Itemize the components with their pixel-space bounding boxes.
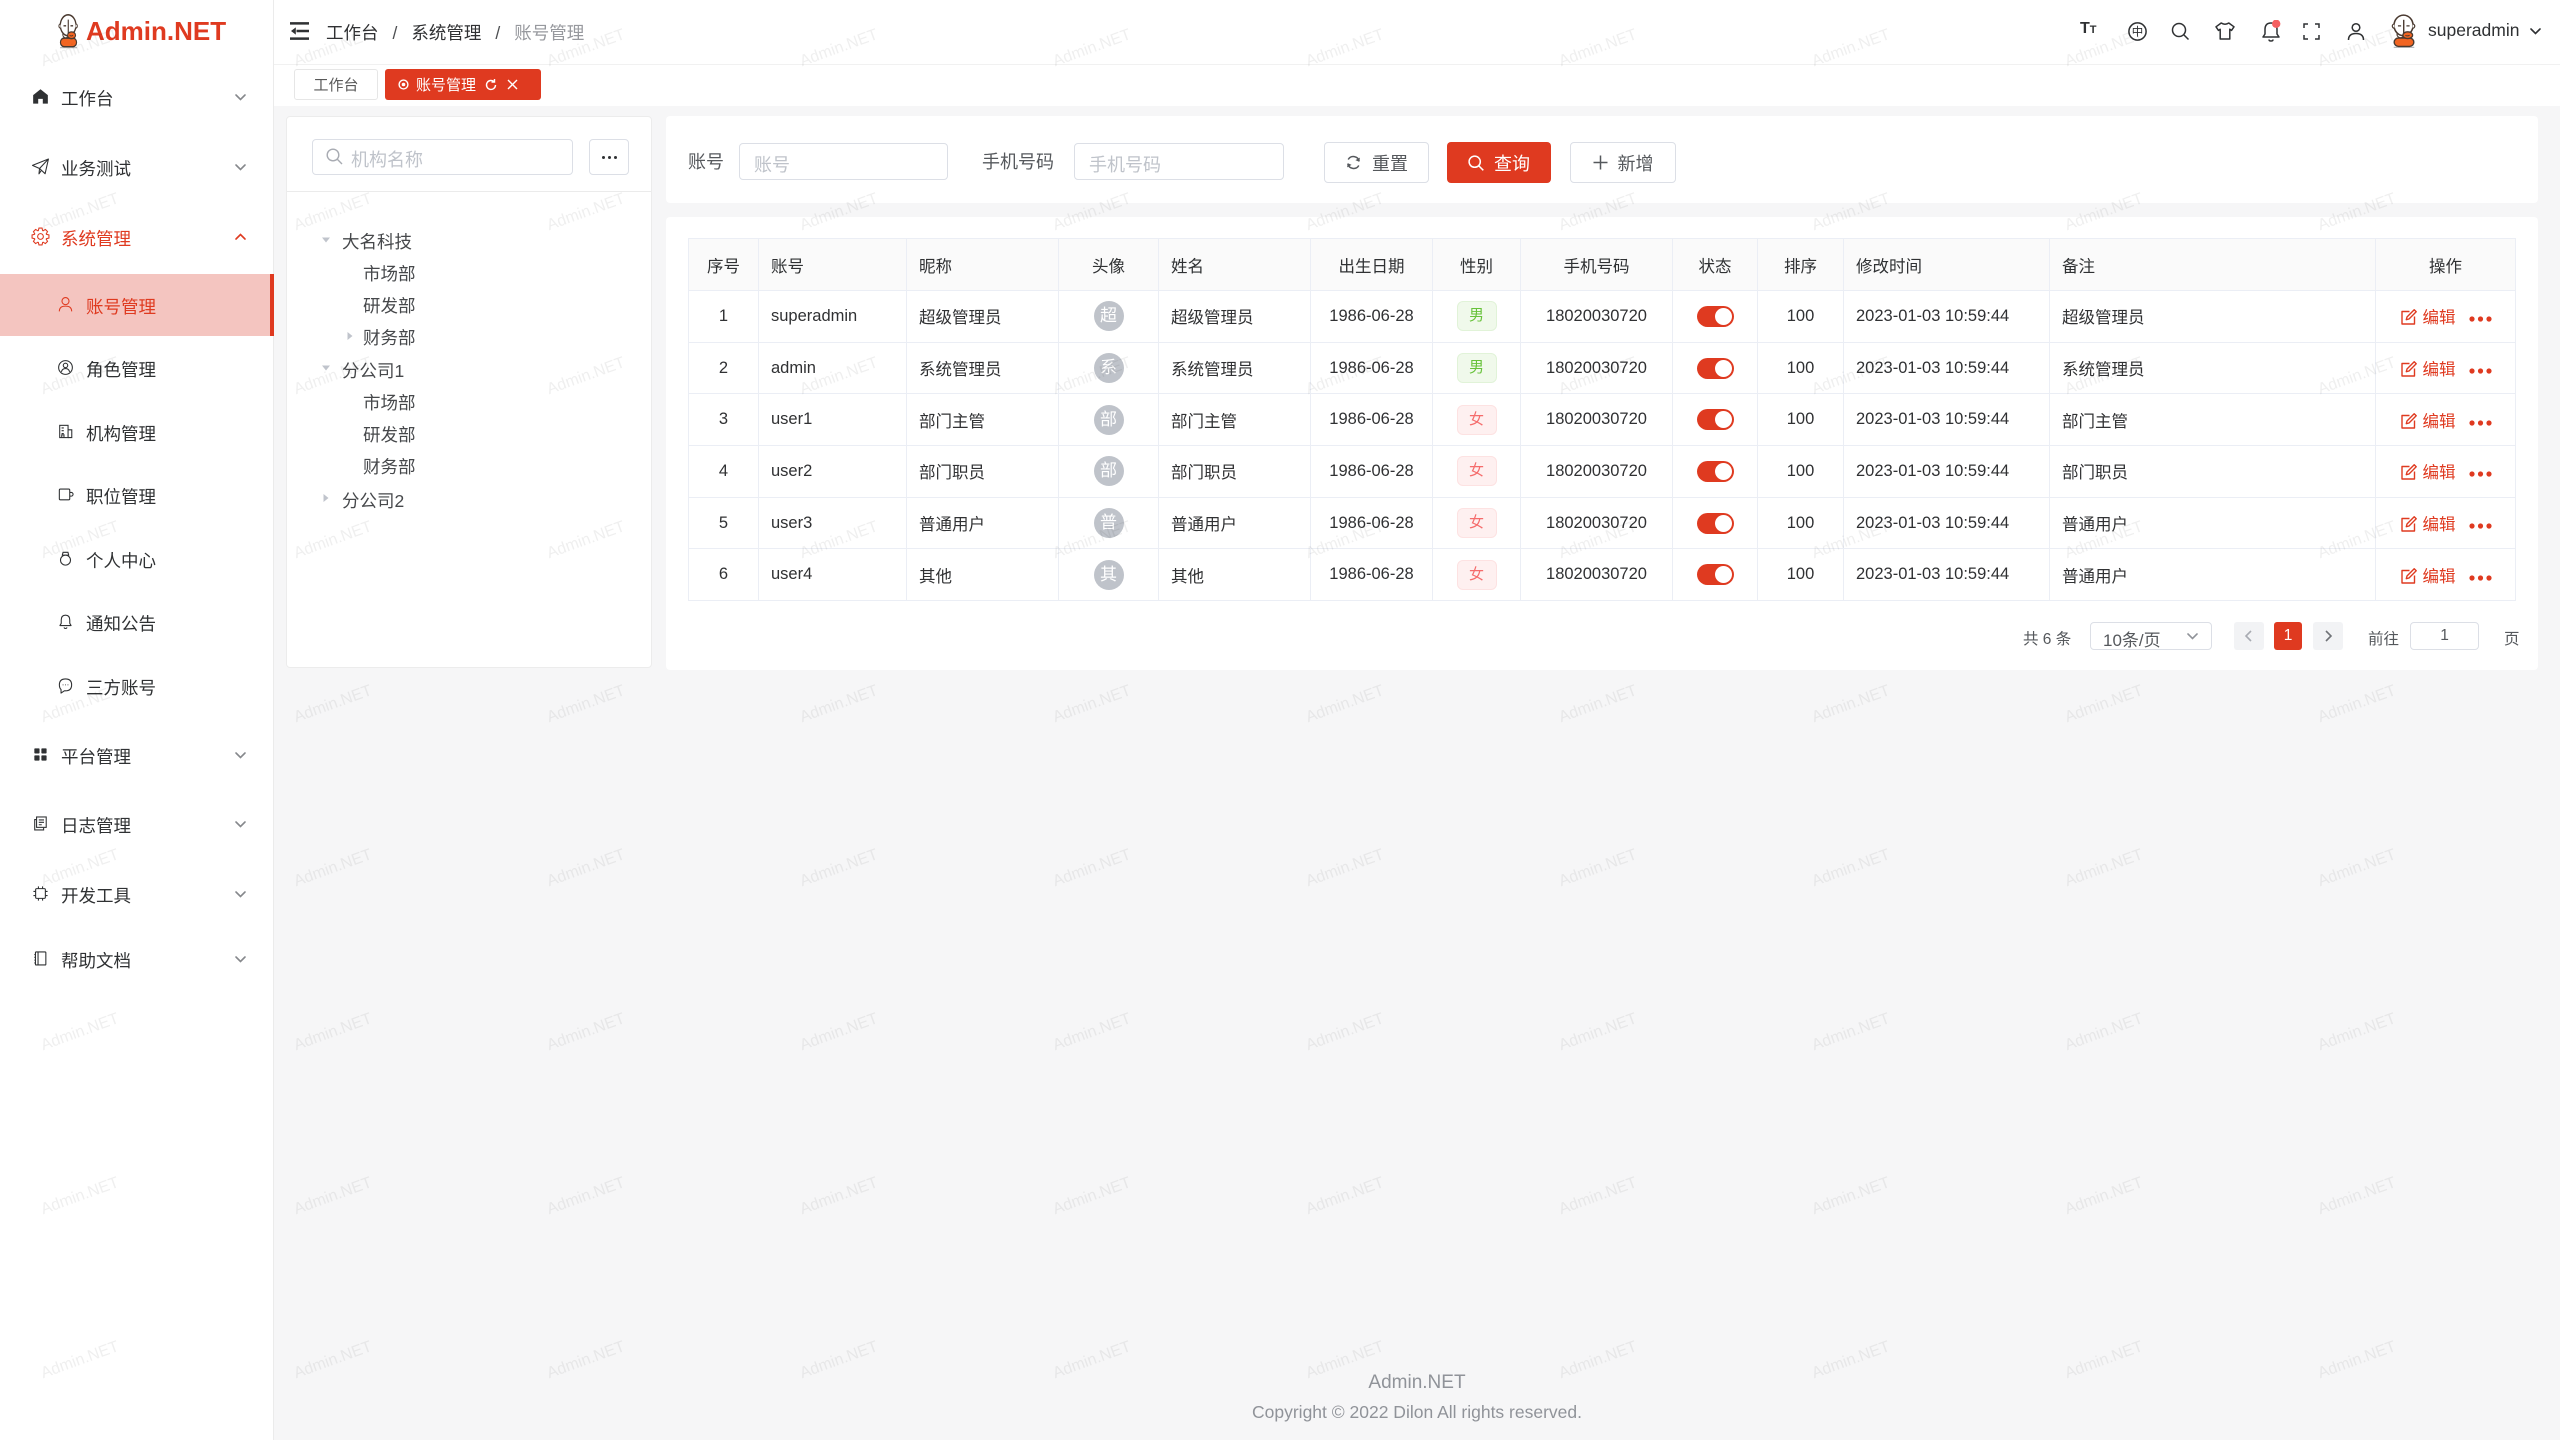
svg-text:中: 中 — [2132, 23, 2144, 39]
